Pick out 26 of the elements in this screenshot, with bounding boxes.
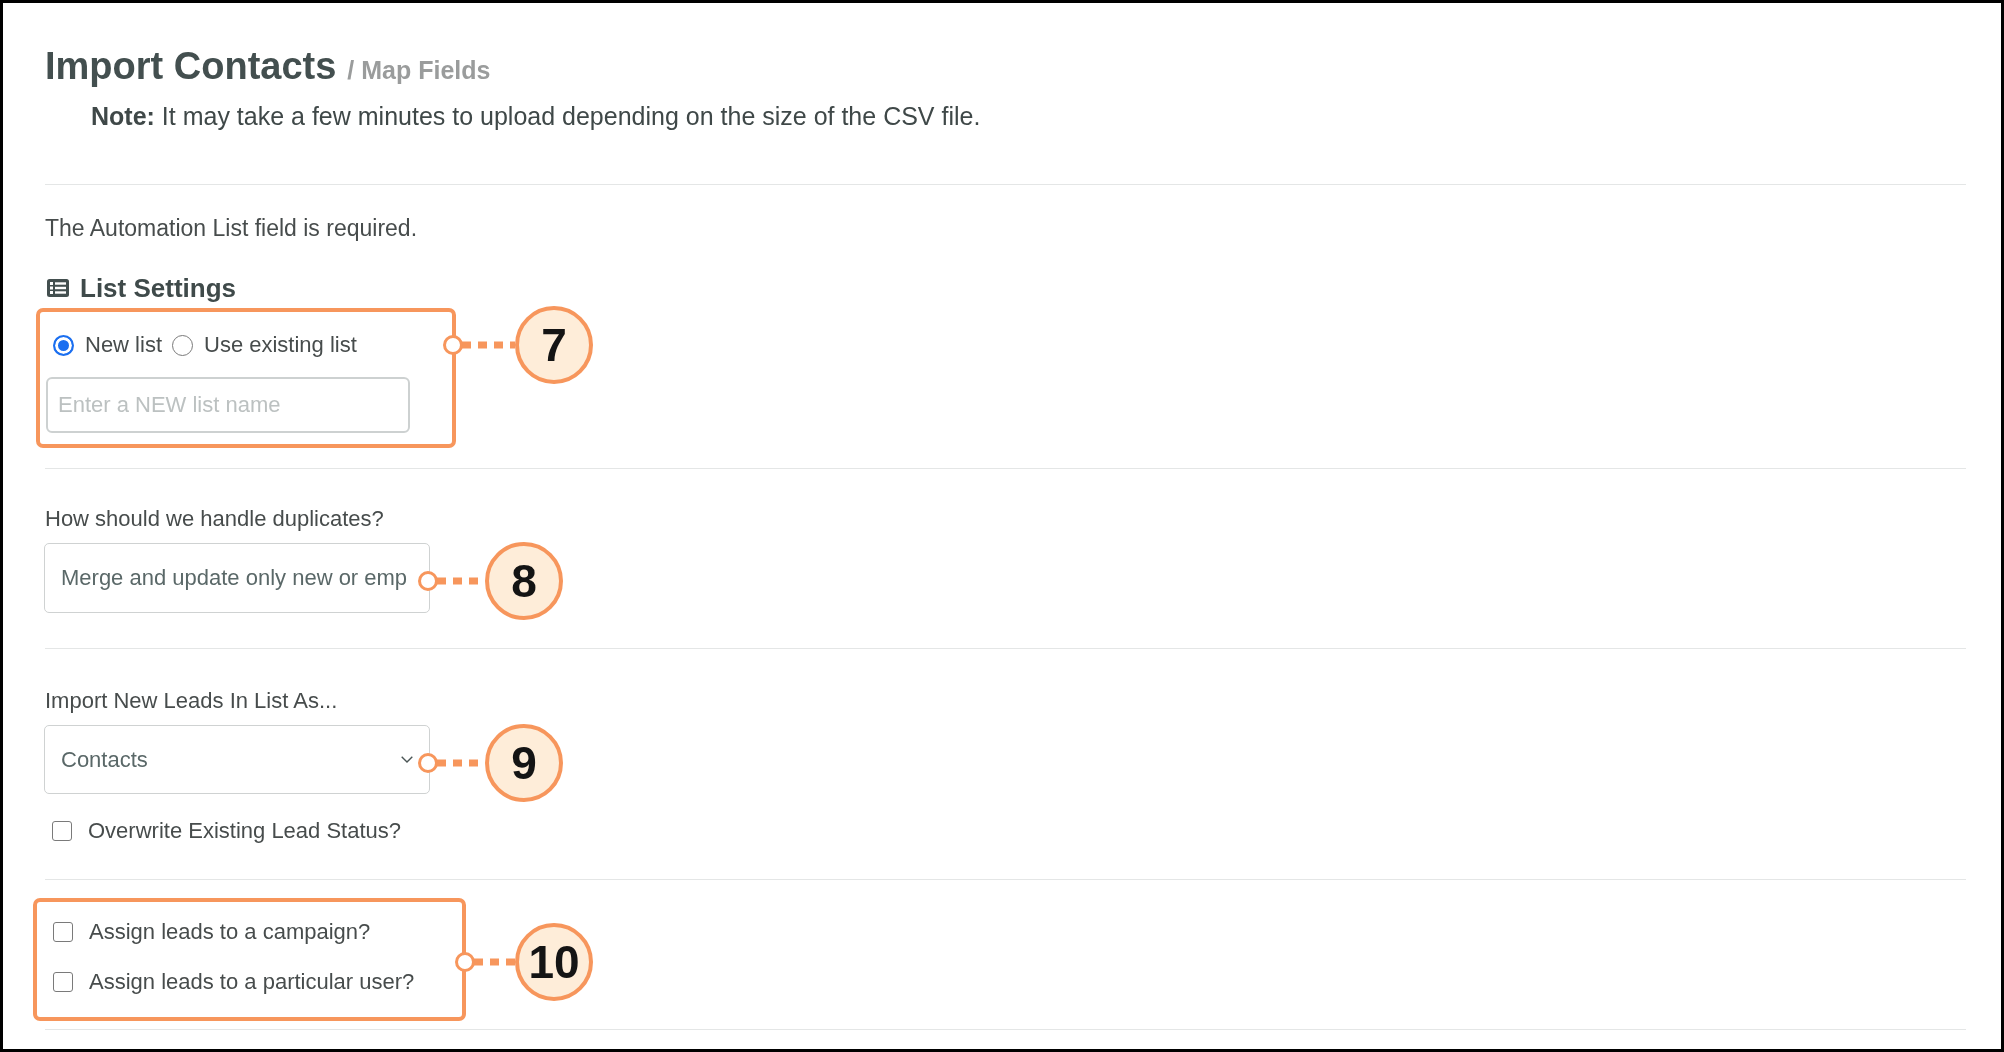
field-label: Import New Leads In List As... [45, 688, 338, 714]
section-heading: List Settings [80, 272, 236, 304]
checkbox[interactable] [53, 972, 73, 992]
callout-badge: 10 [515, 922, 593, 1001]
chevron-down-icon [401, 756, 413, 763]
checkbox[interactable] [52, 821, 72, 841]
list-icon [47, 279, 69, 297]
callout-badge: 9 [485, 723, 563, 802]
upload-note: Note: It may take a few minutes to upload depending on the size of the CSV file. [91, 101, 981, 131]
checkbox-label[interactable]: Assign leads to a campaign? [89, 919, 371, 945]
page-title: Import Contacts [45, 44, 337, 89]
field-label: How should we handle duplicates? [45, 506, 384, 532]
radio-button[interactable] [53, 334, 74, 356]
checkbox[interactable] [53, 922, 73, 942]
radio-label[interactable]: New list [85, 332, 162, 358]
duplicates-select[interactable]: Merge and update only new or emp [44, 543, 430, 613]
validation-message: The Automation List field is required. [45, 215, 418, 241]
list-name-input[interactable]: Enter a NEW list name [46, 377, 410, 433]
breadcrumb: / Map Fields [347, 56, 491, 85]
lead-type-select[interactable]: Contacts [44, 725, 430, 794]
checkbox-label[interactable]: Overwrite Existing Lead Status? [88, 818, 402, 844]
radio-button[interactable] [172, 334, 193, 356]
callout-badge: 7 [515, 306, 593, 384]
checkbox-label[interactable]: Assign leads to a particular user? [89, 969, 415, 995]
callout-badge: 8 [485, 542, 563, 620]
radio-label[interactable]: Use existing list [204, 332, 357, 358]
